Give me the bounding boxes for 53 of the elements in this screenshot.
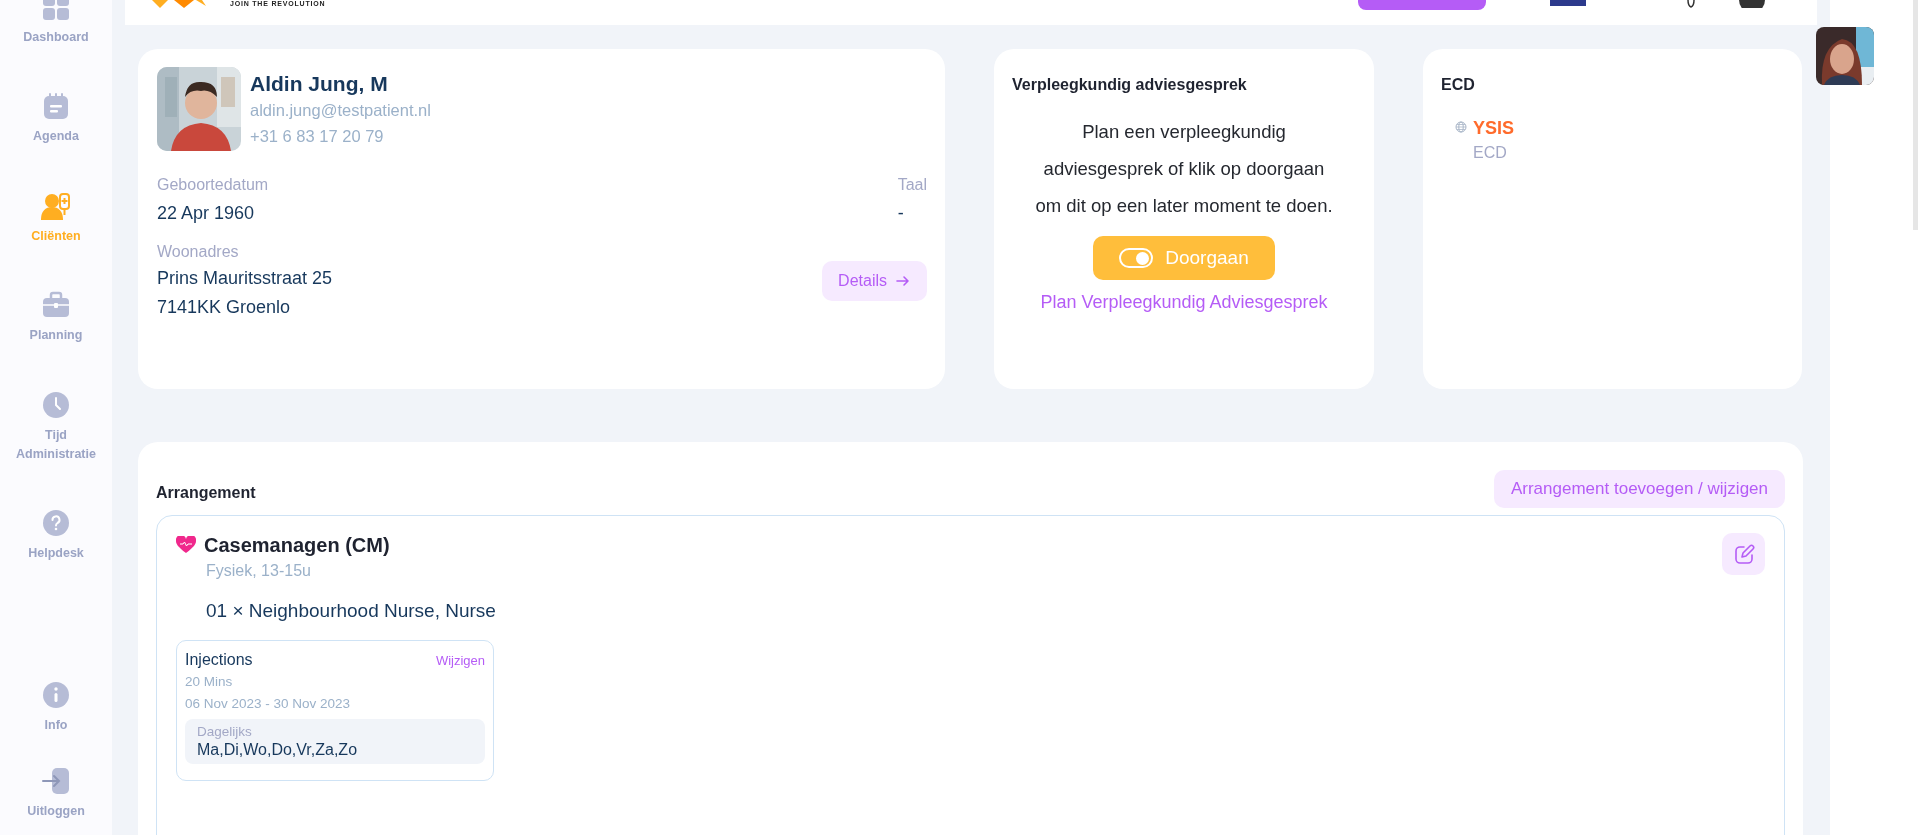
grid-icon <box>41 0 71 22</box>
field-label: Taal <box>897 175 927 195</box>
client-email: aldin.jung@testpatient.nl <box>250 100 431 121</box>
clock-icon <box>41 389 71 420</box>
edit-icon <box>1732 543 1755 565</box>
logout-icon <box>41 765 71 796</box>
service-subtitle: Fysiek, 13-15u <box>206 561 312 581</box>
task-period: 06 Nov 2023 - 30 Nov 2023 <box>185 695 352 713</box>
card-title: Verpleegkundig adviesgesprek <box>1012 75 1247 95</box>
nav-item[interactable]: Info <box>44 716 68 736</box>
service-name: Casemanagen (CM) <box>204 533 390 558</box>
ecd-system-name: YSIS <box>1473 117 1515 140</box>
person-icon <box>41 190 71 221</box>
section-title: Arrangement <box>156 484 256 502</box>
frequency-days: Ma,Di,Wo,Do,Vr,Za,Zo <box>197 740 473 760</box>
address-line: 7141KK Groenlo <box>157 296 292 319</box>
nav-item[interactable]: Cliënten <box>31 226 81 247</box>
arrow-icon <box>895 273 911 289</box>
help-icon <box>41 508 71 539</box>
task-name: Injections <box>185 650 253 670</box>
heart-icon <box>176 536 196 554</box>
card-title: ECD <box>1441 75 1475 95</box>
header-action-button[interactable] <box>1358 0 1486 10</box>
client-phone: +31 6 83 17 20 79 <box>250 126 385 147</box>
info-icon <box>41 680 71 711</box>
add-arrangement-button[interactable]: Arrangement toevoegen / wijzigen <box>1493 470 1785 508</box>
avatar-icon <box>1739 0 1765 8</box>
nav-item[interactable]: Planning <box>29 326 83 346</box>
advice-text: Plan een verpleegkundig adviesgesprek of klik op doorgaan om dit op een later moment te doen. <box>1034 120 1334 218</box>
nav-item[interactable]: Tijd Administratie <box>6 425 106 465</box>
field-label: Geboortedatum <box>157 175 269 195</box>
client-name: Aldin Jung, M <box>250 71 389 97</box>
frequency-label: Dagelijks <box>197 723 253 740</box>
address-line: Prins Mauritsstraat 25 <box>157 267 333 290</box>
calendar-icon <box>41 91 71 122</box>
field-value: - <box>897 202 905 225</box>
nav-item[interactable]: Agenda <box>33 127 79 147</box>
details-button[interactable]: Details <box>822 261 927 301</box>
service-staff: 01 × Neighbourhood Nurse, Nurse <box>206 599 497 623</box>
nav-item[interactable]: Dashboard <box>23 28 89 48</box>
edit-button[interactable] <box>1722 533 1765 575</box>
continue-button[interactable]: Doorgaan <box>1093 236 1275 280</box>
plan-link[interactable]: Plan Verpleegkundig Adviesgesprek <box>1040 292 1328 313</box>
logo-icon <box>150 0 208 8</box>
edit-link[interactable]: Wijzigen <box>435 652 485 668</box>
nav-item[interactable]: Uitloggen <box>27 801 85 821</box>
ecd-system-type: ECD <box>1473 143 1508 163</box>
field-label: Woonadres <box>157 242 240 262</box>
nav-item[interactable]: Helpdesk <box>28 544 84 564</box>
globe-icon <box>1455 121 1467 133</box>
field-value: 22 Apr 1960 <box>157 202 256 225</box>
task-duration: 20 Mins <box>185 673 234 691</box>
flag-icon <box>1550 0 1586 6</box>
